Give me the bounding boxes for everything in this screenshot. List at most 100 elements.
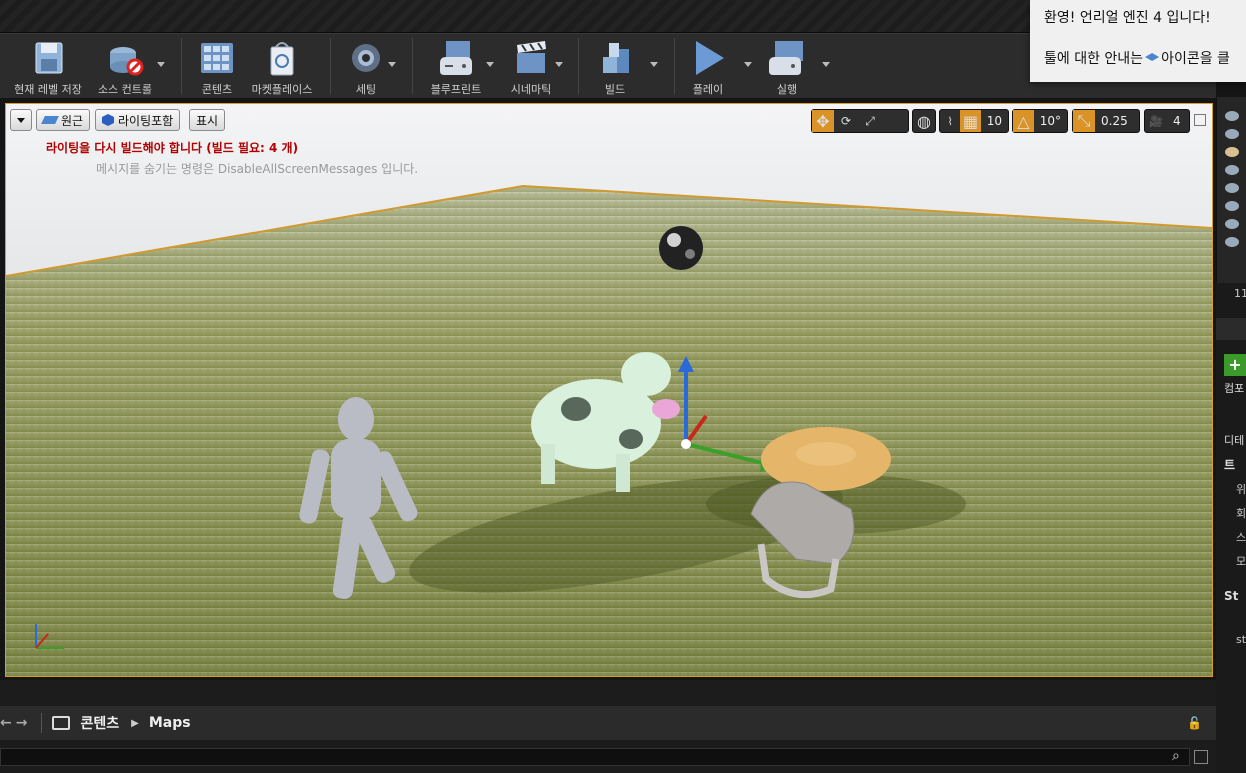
reflection-sphere[interactable] <box>659 226 703 270</box>
world-outliner-eye-column <box>1216 97 1246 283</box>
settings-dropdown-icon[interactable] <box>388 62 396 67</box>
gamepad-icon <box>436 39 476 77</box>
marketplace-button[interactable]: 마켓플레이스 <box>246 34 318 98</box>
static-mesh-section-header[interactable]: St <box>1224 589 1246 603</box>
toolbar-divider <box>674 38 675 94</box>
world-space-toggle[interactable]: ◍ <box>912 109 936 133</box>
round-table[interactable] <box>761 427 891 491</box>
save-search-icon[interactable] <box>1194 750 1208 764</box>
source-control-icon <box>105 39 145 77</box>
breadcrumb-content[interactable]: 콘텐츠 <box>80 713 119 733</box>
camera-speed-value[interactable]: 4 <box>1167 114 1187 128</box>
back-arrow-icon[interactable]: ← <box>0 715 12 731</box>
lighting-rebuild-warning: 라이팅을 다시 빌드해야 합니다 (빌드 필요: 4 개) <box>46 141 299 155</box>
grid-snap-icon[interactable]: ▦ <box>960 110 981 132</box>
perspective-label: 원근 <box>61 113 84 128</box>
source-control-button[interactable]: 소스 컨트롤 <box>92 34 158 98</box>
grid-snap-value[interactable]: 10 <box>981 114 1008 128</box>
maximize-viewport-icon[interactable] <box>1194 114 1206 126</box>
build-blocks-icon <box>595 39 635 77</box>
toolbar-divider <box>181 38 182 94</box>
perspective-icon <box>41 116 59 124</box>
components-search[interactable]: 컴포 <box>1224 380 1246 396</box>
launch-monitor-icon <box>767 39 807 77</box>
rotation-snap-value[interactable]: 10° <box>1034 114 1067 128</box>
details-tab[interactable] <box>1216 318 1246 340</box>
rotate-tool-icon[interactable]: ⟳ <box>834 114 858 128</box>
add-component-button[interactable]: + <box>1224 354 1246 376</box>
gear-icon <box>346 39 386 77</box>
rotation-snap-control[interactable]: △ 10° <box>1012 109 1068 133</box>
perspective-button[interactable]: 원근 <box>36 109 91 131</box>
play-icon <box>688 39 728 77</box>
lock-icon[interactable]: 🔓 <box>1187 716 1202 730</box>
breadcrumb-divider <box>41 713 43 733</box>
save-level-button[interactable]: 현재 레벨 저장 <box>8 34 88 98</box>
show-label: 표시 <box>196 113 219 128</box>
viewport-scene <box>6 184 1212 676</box>
marketplace-bag-icon <box>262 39 302 77</box>
build-button[interactable]: 빌드 <box>592 34 638 98</box>
content-button[interactable]: 콘텐츠 <box>192 34 242 98</box>
visibility-eye-icon[interactable] <box>1224 147 1239 157</box>
play-button[interactable]: 플레이 <box>684 34 732 98</box>
view-mode-label: 라이팅포함 <box>118 113 174 128</box>
visibility-eye-icon[interactable] <box>1224 201 1239 211</box>
source-control-dropdown-icon[interactable] <box>157 62 165 67</box>
clapperboard-icon <box>511 39 551 77</box>
rotation-snap-icon[interactable]: △ <box>1013 110 1034 132</box>
save-icon <box>28 39 68 77</box>
scale-tool-icon[interactable]: ⤢ <box>858 114 882 129</box>
viewport-options-button[interactable] <box>10 109 32 131</box>
scale-snap-icon[interactable]: ⤡ <box>1073 110 1095 132</box>
toolbar-divider <box>412 38 413 94</box>
asset-search-input[interactable] <box>0 748 1190 766</box>
translate-tool-icon[interactable]: ✥ <box>812 110 834 132</box>
toolbar-divider <box>330 38 331 94</box>
surface-snap-icon[interactable]: ⌇ <box>940 115 960 128</box>
show-button[interactable]: 표시 <box>189 109 226 131</box>
visibility-eye-icon[interactable] <box>1224 111 1239 121</box>
settings-button[interactable]: 세팅 <box>342 34 390 98</box>
level-viewport[interactable]: 원근 라이팅포함 표시 ✥ ⟳ ⤢ ◍ ⌇ ▦ 10 △ 10° ⤡ 0.25 … <box>5 103 1213 677</box>
lit-sphere-icon <box>102 114 114 126</box>
cinematics-button[interactable]: 시네마틱 <box>504 34 558 98</box>
search-icon[interactable]: ⌕ <box>1172 748 1190 766</box>
right-side-panels: 11 + 컴포 디테 트 위 회 스 모 St st <box>1216 97 1246 773</box>
transform-tools-group: ✥ ⟳ ⤢ <box>811 109 909 133</box>
visibility-eye-icon[interactable] <box>1224 129 1239 139</box>
content-browser-breadcrumb: ← → 콘텐츠 ▶ Maps 🔓 <box>0 706 1216 740</box>
camera-speed-control[interactable]: 🎥 4 <box>1144 109 1190 133</box>
location-label: 위 <box>1236 483 1246 496</box>
details-search[interactable]: 디테 <box>1224 432 1246 448</box>
visibility-eye-icon[interactable] <box>1224 183 1239 193</box>
content-grid-icon <box>197 39 237 77</box>
blueprints-dropdown-icon[interactable] <box>486 62 494 67</box>
camera-icon: 🎥 <box>1149 114 1163 128</box>
screen-messages-hint: 메시지를 숨기는 명령은 DisableAllScreenMessages 입니… <box>96 162 419 176</box>
visibility-eye-icon[interactable] <box>1224 237 1239 247</box>
cinematics-dropdown-icon[interactable] <box>555 62 563 67</box>
folder-icon <box>52 716 71 730</box>
visibility-eye-icon[interactable] <box>1224 219 1239 229</box>
launch-dropdown-icon[interactable] <box>822 62 830 67</box>
scale-snap-control[interactable]: ⤡ 0.25 <box>1072 109 1140 133</box>
scale-label: 스 <box>1236 531 1246 544</box>
build-dropdown-icon[interactable] <box>650 62 658 67</box>
grid-snap-control[interactable]: ⌇ ▦ 10 <box>939 109 1009 133</box>
tutorial-cap-icon <box>1145 53 1160 61</box>
scale-snap-value[interactable]: 0.25 <box>1095 114 1134 128</box>
launch-button[interactable]: 실행 <box>764 34 810 98</box>
play-dropdown-icon[interactable] <box>744 62 752 67</box>
visibility-eye-icon[interactable] <box>1224 165 1239 175</box>
tutorial-hint: 툴에 대한 안내는 아이콘을 클 <box>1044 48 1230 68</box>
blueprints-button[interactable]: 블루프린트 <box>424 34 488 98</box>
breadcrumb-maps[interactable]: Maps <box>149 715 191 731</box>
welcome-notification[interactable]: 환영! 언리얼 엔진 4 입니다! 툴에 대한 안내는 아이콘을 클 <box>1030 0 1246 82</box>
outliner-actor-count: 11 <box>1234 287 1246 300</box>
tutorial-hint-text: 툴에 대한 안내는 <box>1044 51 1144 67</box>
breadcrumb-chevron-icon: ▶ <box>131 717 139 729</box>
view-mode-button[interactable]: 라이팅포함 <box>95 109 181 131</box>
forward-arrow-icon[interactable]: → <box>16 715 28 731</box>
transform-section-header[interactable]: 트 <box>1224 456 1246 473</box>
